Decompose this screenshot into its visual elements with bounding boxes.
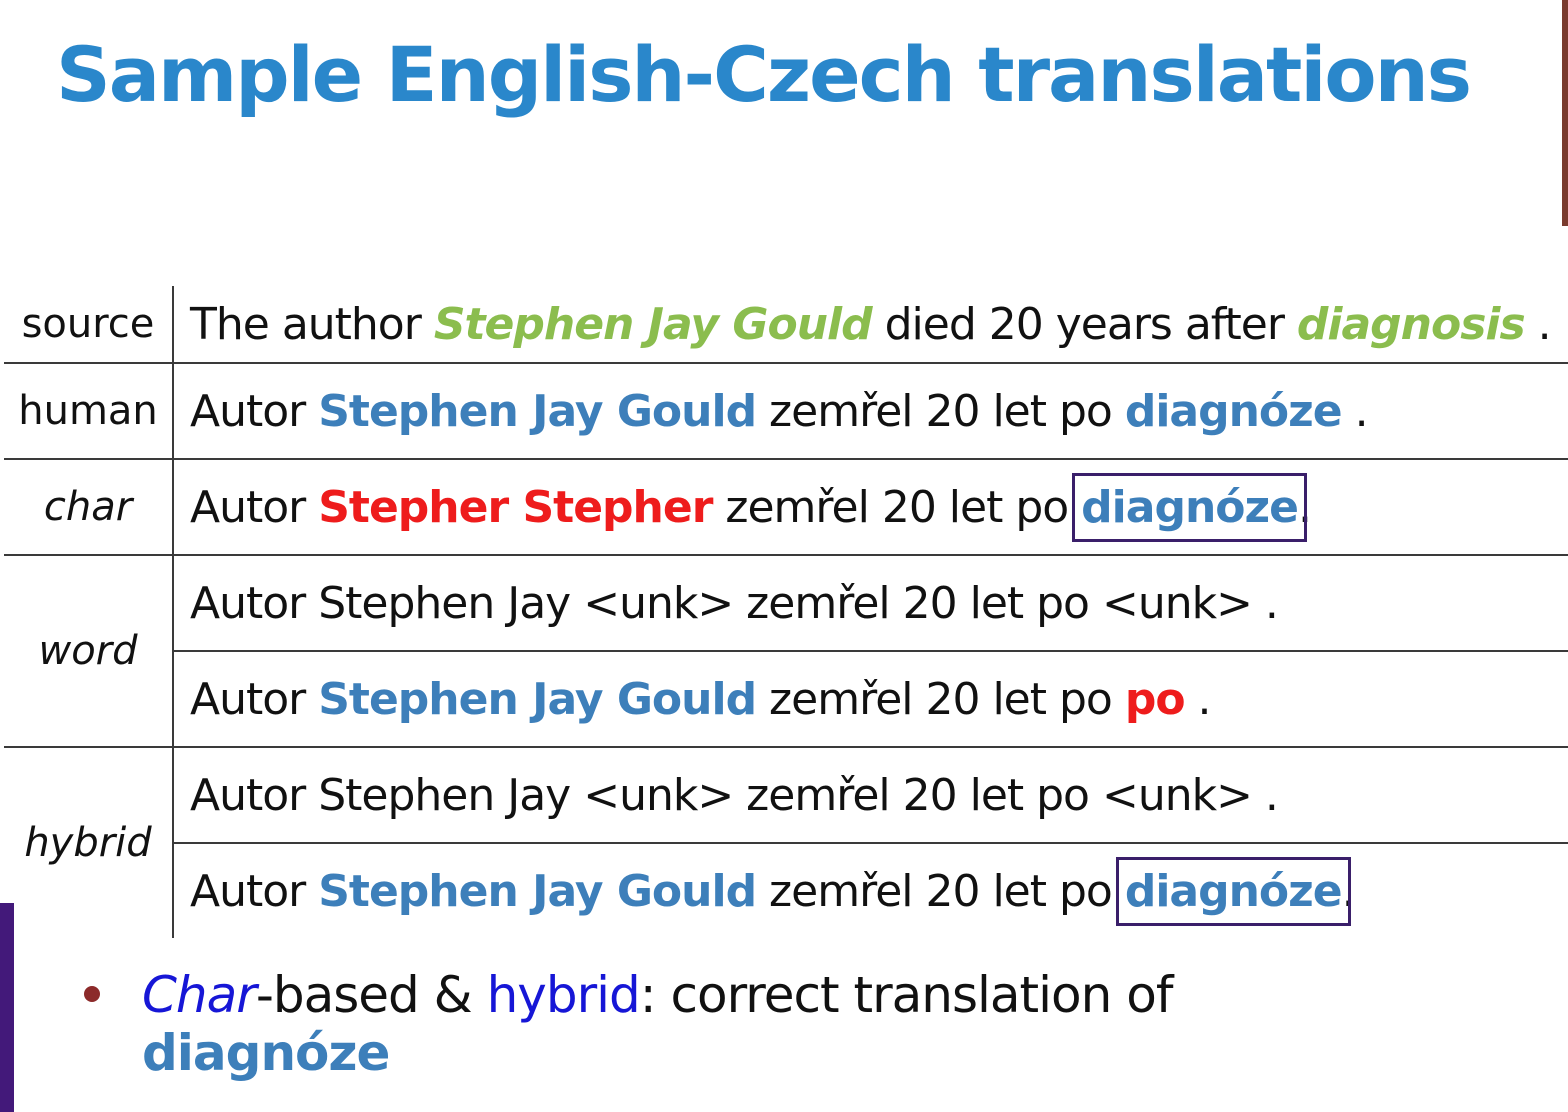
sentence-text: zemřel 20 let po [756, 385, 1125, 437]
bullet-based-text: -based & [255, 966, 487, 1024]
boxed-highlight-token: diagnóze [1072, 472, 1307, 542]
row-label-hybrid: hybrid [4, 746, 174, 938]
sentence-text: . [1297, 481, 1312, 533]
table-row-hybrid-2: Autor Stephen Jay Gould zemřel 20 let po… [4, 842, 1568, 938]
row-label-word: word [4, 554, 174, 747]
sentence-text: died 20 years after [871, 298, 1297, 350]
sentence-text: zemřel 20 let po [756, 673, 1125, 725]
sentence-text: Autor [190, 481, 319, 533]
sentence-text: . [1524, 298, 1552, 350]
sentence-char: Autor Stepher Stepher zemřel 20 let po d… [173, 458, 1568, 555]
highlight-token: Stephen Jay Gould [318, 385, 757, 437]
highlight-token: Stepher Stepher [318, 481, 713, 533]
row-label-char: char [4, 458, 174, 555]
sentence-text: . [1341, 865, 1356, 917]
bullet-hybrid-term: hybrid [486, 966, 641, 1024]
decorative-bar-right [1562, 0, 1568, 226]
row-label-source: source [4, 286, 174, 363]
sentence-text: Autor Stephen Jay <unk> zemřel 20 let po… [190, 769, 1279, 821]
table-row-hybrid-1: hybrid Autor Stephen Jay <unk> zemřel 20… [4, 746, 1568, 938]
bullet-text: Char-based & hybrid: correct translation… [142, 966, 1342, 1082]
sentence-word-1: Autor Stephen Jay <unk> zemřel 20 let po… [173, 554, 1568, 651]
sentence-text: . [1184, 673, 1212, 725]
sentence-text: Autor [190, 673, 319, 725]
bullet-point-icon [84, 986, 100, 1002]
bullet-rest-text: : correct translation of [639, 966, 1174, 1024]
row-label-human: human [4, 362, 174, 459]
bullet-char-term: Char [142, 966, 257, 1024]
highlight-token: Stephen Jay Gould [318, 865, 757, 917]
table-row-word-2: Autor Stephen Jay Gould zemřel 20 let po… [4, 650, 1568, 747]
translation-table: source The author Stephen Jay Gould died… [4, 286, 1568, 938]
sentence-text: Autor [190, 385, 319, 437]
sentence-source: The author Stephen Jay Gould died 20 yea… [173, 286, 1568, 363]
table-row-source: source The author Stephen Jay Gould died… [4, 286, 1568, 363]
sentence-text: . [1341, 385, 1369, 437]
boxed-highlight-token: diagnóze [1115, 856, 1351, 926]
highlight-token: diagnóze [1124, 385, 1343, 437]
highlight-token: po [1124, 673, 1186, 725]
sentence-text: The author [190, 298, 434, 350]
sentence-text: zemřel 20 let po [712, 481, 1082, 533]
sentence-text: Autor Stephen Jay <unk> zemřel 20 let po… [190, 577, 1279, 629]
highlight-token: diagnosis [1296, 298, 1526, 350]
sentence-text: zemřel 20 let po [756, 865, 1125, 917]
sentence-hybrid-2: Autor Stephen Jay Gould zemřel 20 let po… [173, 842, 1568, 938]
sentence-word-2: Autor Stephen Jay Gould zemřel 20 let po… [173, 650, 1568, 747]
slide-title: Sample English-Czech translations [56, 30, 1472, 119]
highlight-token: Stephen Jay Gould [433, 298, 873, 350]
sentence-hybrid-1: Autor Stephen Jay <unk> zemřel 20 let po… [173, 746, 1568, 843]
table-row-human: human Autor Stephen Jay Gould zemřel 20 … [4, 362, 1568, 459]
sentence-human: Autor Stephen Jay Gould zemřel 20 let po… [173, 362, 1568, 459]
bullet-diagnoze-term: diagnóze [142, 1024, 390, 1082]
table-row-word-1: word Autor Stephen Jay <unk> zemřel 20 l… [4, 554, 1568, 747]
highlight-token: Stephen Jay Gould [318, 673, 757, 725]
table-row-char: char Autor Stepher Stepher zemřel 20 let… [4, 458, 1568, 555]
sentence-text: Autor [190, 865, 319, 917]
